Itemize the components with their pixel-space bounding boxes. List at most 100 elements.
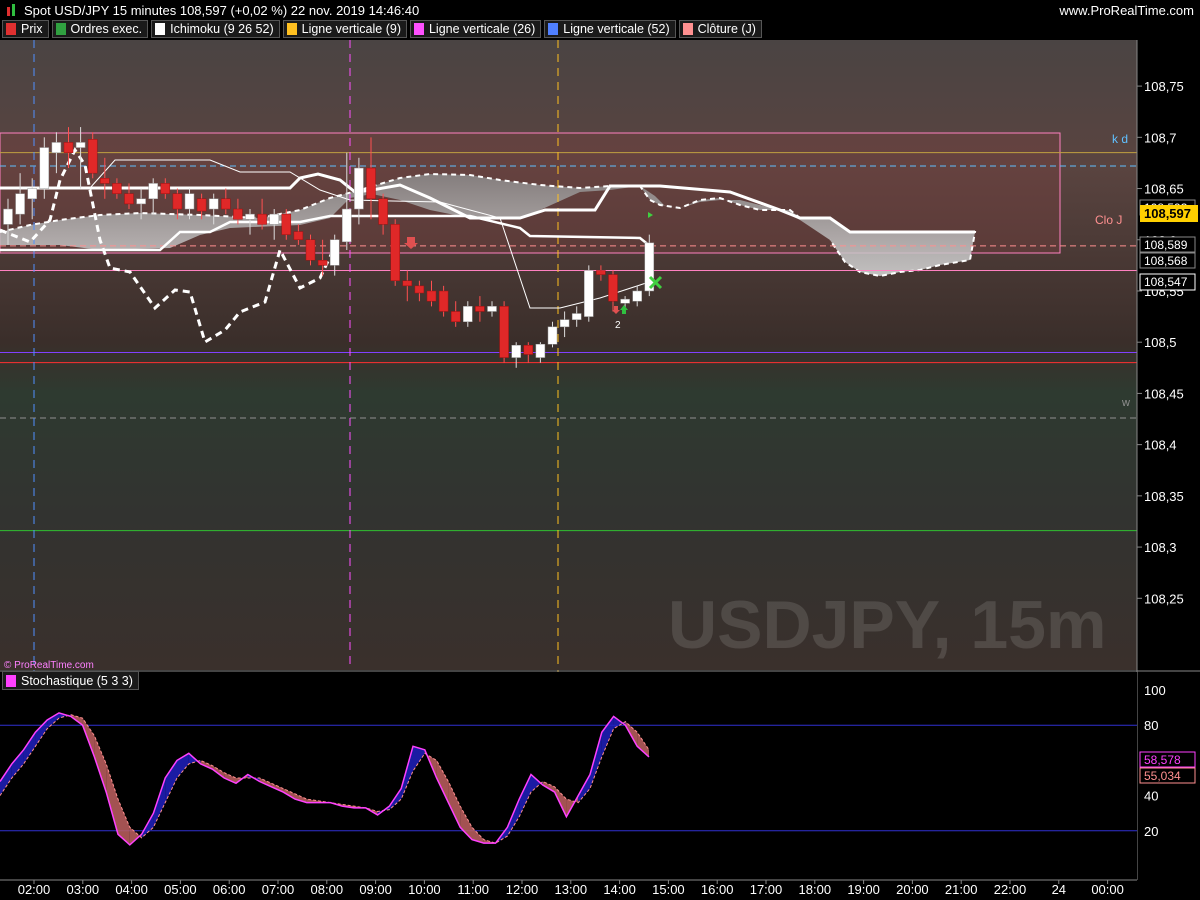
candle-body	[269, 213, 279, 225]
candle-body	[571, 313, 582, 320]
y-tick-label: 108,5	[1144, 335, 1177, 350]
x-tick-label: 19:00	[847, 882, 880, 897]
candle-body	[51, 142, 62, 153]
candle-body	[511, 345, 521, 358]
candle-body	[450, 311, 461, 322]
candle-body	[136, 198, 146, 205]
candle-body	[390, 224, 400, 281]
candle-body	[414, 285, 425, 294]
x-tick-label: 10:00	[408, 882, 441, 897]
price-tags: 108,593 108,589 108,568 108,547 108,597	[1139, 199, 1198, 291]
copyright: © ProRealTime.com	[4, 660, 94, 671]
x-tick-label: 20:00	[896, 882, 929, 897]
x-tick-label: 21:00	[945, 882, 978, 897]
price-tag-c: 108,568	[1144, 254, 1188, 268]
candle-body	[475, 306, 485, 312]
candle-body	[245, 213, 255, 220]
stoch-y-tick-label: 100	[1144, 683, 1166, 698]
candle-body	[196, 198, 207, 212]
candle-body	[87, 139, 98, 174]
price-tag-b: 108,589	[1144, 238, 1188, 252]
x-tick-label: 13:00	[555, 882, 588, 897]
y-tick-label: 108,3	[1144, 540, 1177, 555]
y-tick-label: 108,7	[1144, 130, 1177, 145]
candle-body	[426, 290, 437, 302]
candle-body	[233, 208, 243, 220]
candle-body	[620, 298, 630, 304]
daily-close-label: Clo J	[1095, 213, 1122, 227]
candle-body	[438, 290, 449, 312]
candle-body	[184, 193, 195, 210]
time-axis: 02:00 03:00 04:00 05:00 06:00 07:00 08:00 09:00…	[0, 879, 1137, 897]
candle-body	[402, 280, 413, 287]
x-tick-label: 04:00	[115, 882, 148, 897]
y-tick-label: 108,75	[1144, 79, 1184, 94]
price-chart[interactable]: 2 108,75108,7108,65108,6108,55108,5108,4…	[0, 0, 1200, 900]
candle-body	[354, 167, 364, 210]
candle-body	[632, 290, 642, 302]
candle-body	[596, 270, 606, 275]
x-tick-label: 14:00	[603, 882, 636, 897]
legend-stochastic[interactable]: Stochastique (5 3 3)	[2, 671, 139, 690]
candle-body	[27, 188, 37, 200]
kd-label: k d	[1112, 132, 1128, 146]
candle-body	[463, 306, 473, 322]
stoch-y-tick-label: 20	[1144, 824, 1158, 839]
candle-body	[3, 208, 13, 225]
y-tick-label: 108,25	[1144, 591, 1184, 606]
candle-body	[281, 213, 292, 235]
candle-body	[305, 239, 316, 261]
candle-body	[584, 270, 594, 317]
candle-body	[124, 193, 134, 205]
stoch-title: Stochastique (5 3 3)	[21, 673, 133, 688]
candle-body	[342, 208, 352, 243]
price-tag-d: 108,547	[1144, 275, 1188, 289]
x-tick-label: 24	[1052, 882, 1066, 897]
candle-body	[293, 231, 304, 241]
y-tick-label: 108,35	[1144, 489, 1184, 504]
x-tick-label: 02:00	[18, 882, 51, 897]
candle-body	[366, 167, 376, 200]
y-tick-label: 108,65	[1144, 182, 1184, 197]
x-tick-label: 17:00	[750, 882, 783, 897]
candle-body	[487, 306, 497, 312]
x-tick-label: 09:00	[359, 882, 392, 897]
stoch-k-value: 58,578	[1144, 753, 1181, 767]
candle-body	[559, 319, 570, 328]
w-label: w	[1121, 397, 1130, 409]
candle-body	[148, 183, 158, 200]
stoch-d-value: 55,034	[1144, 769, 1181, 783]
candle-body	[535, 343, 546, 358]
x-tick-label: 06:00	[213, 882, 246, 897]
candle-body	[499, 306, 509, 358]
x-tick-label: 12:00	[506, 882, 539, 897]
x-tick-label: 11:00	[457, 882, 489, 897]
candle-body	[15, 193, 25, 215]
x-tick-label: 08:00	[311, 882, 344, 897]
x-tick-label: 18:00	[799, 882, 832, 897]
x-tick-label: 07:00	[262, 882, 295, 897]
y-tick-label: 108,4	[1144, 438, 1177, 453]
watermark: USDJPY, 15m	[668, 587, 1106, 663]
candle-body	[523, 345, 534, 355]
candle-body	[63, 142, 74, 153]
x-tick-label: 16:00	[701, 882, 734, 897]
stoch-y-tick-label: 40	[1144, 789, 1158, 804]
candle-body	[172, 193, 183, 210]
candle-body	[547, 326, 558, 345]
x-tick-label: 15:00	[652, 882, 685, 897]
candle-body	[100, 178, 110, 184]
candle-body	[39, 147, 50, 189]
stoch-y-tick-label: 80	[1144, 718, 1158, 733]
candle-body	[75, 142, 86, 148]
candle-body	[257, 213, 267, 225]
candle-body	[329, 239, 340, 266]
x-tick-label: 22:00	[994, 882, 1027, 897]
price-tag-current: 108,597	[1144, 206, 1191, 221]
candle-body	[221, 198, 231, 210]
x-tick-label: 03:00	[67, 882, 100, 897]
candle-body	[208, 198, 219, 210]
candle-body	[608, 274, 618, 302]
candle-body	[378, 198, 388, 225]
swatch-icon	[6, 674, 16, 687]
